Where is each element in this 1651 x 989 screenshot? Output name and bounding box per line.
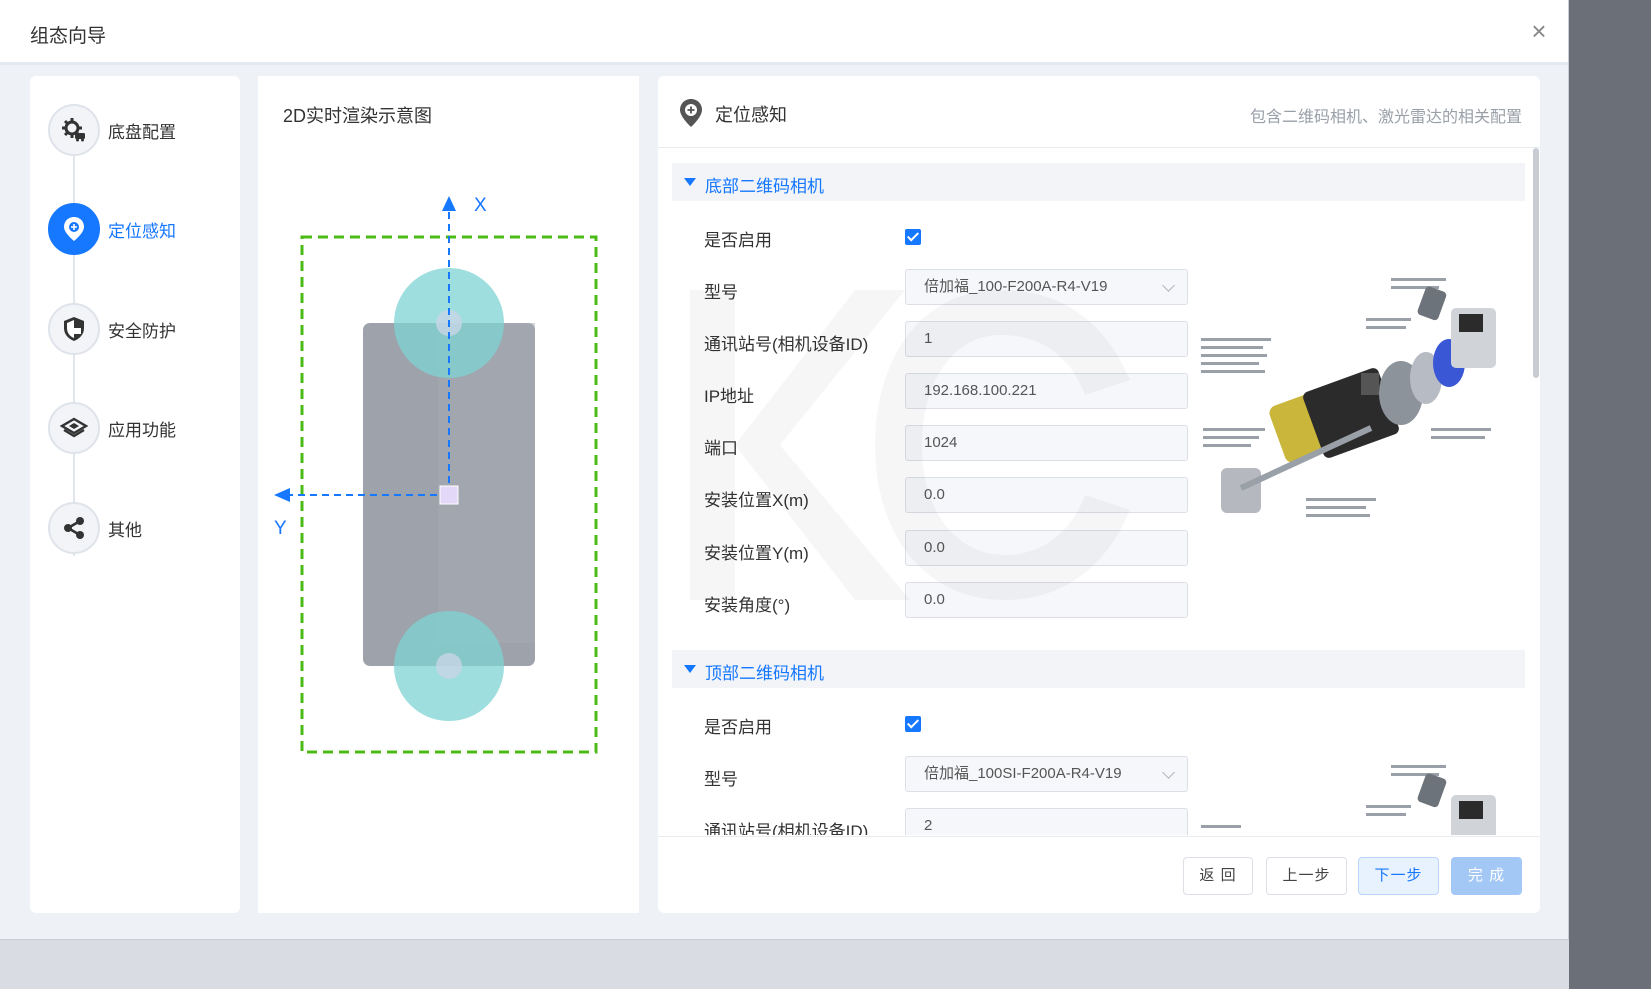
layers-icon	[48, 402, 100, 454]
enabled-label: 是否启用	[704, 718, 772, 737]
dialog-title: 组态向导	[30, 26, 107, 47]
finish-button[interactable]: 完 成	[1451, 857, 1522, 895]
chevron-down-icon	[1162, 279, 1175, 292]
collapse-caret-icon	[684, 178, 696, 186]
share-icon	[48, 502, 100, 554]
field-label: 型号	[704, 770, 738, 789]
page-background-strip	[0, 940, 1569, 989]
step-label: 定位感知	[108, 222, 176, 241]
shield-icon	[48, 303, 100, 355]
section-title: 底部二维码相机	[705, 177, 824, 196]
camera-device-image	[1201, 765, 1496, 835]
step-chassis-config[interactable]: 底盘配置	[48, 104, 238, 156]
robot-2d-diagram: X Y	[274, 195, 598, 754]
field-label: 通讯站号(相机设备ID)	[704, 822, 869, 835]
close-icon[interactable]: ×	[1526, 18, 1552, 44]
back-button[interactable]: 返 回	[1183, 857, 1253, 895]
config-wizard-dialog: 组态向导 × 底盘配置 定位感知 安全防护 应用功能 其他 2D实时渲染示意图 …	[0, 0, 1569, 940]
step-label: 应用功能	[108, 421, 176, 440]
panel-description: 包含二维码相机、激光雷达的相关配置	[1249, 109, 1522, 126]
enabled-checkbox[interactable]	[905, 229, 921, 245]
step-others[interactable]: 其他	[48, 502, 238, 554]
location-icon	[680, 99, 702, 127]
panel-header: 定位感知 包含二维码相机、激光雷达的相关配置	[658, 76, 1540, 148]
panel-title: 定位感知	[715, 105, 787, 125]
model-select[interactable]: 倍加福_100SI-F200A-R4-V19	[905, 756, 1188, 792]
model-select-value: 倍加福_100SI-F200A-R4-V19	[924, 765, 1122, 782]
render-preview-panel: 2D实时渲染示意图 X Y	[258, 76, 639, 913]
step-label: 其他	[108, 521, 142, 540]
step-label: 安全防护	[108, 322, 176, 341]
step-label: 底盘配置	[108, 123, 176, 142]
watermark-logo	[660, 270, 1160, 670]
form-scrollbar[interactable]	[1533, 148, 1539, 378]
step-positioning[interactable]: 定位感知	[48, 203, 238, 255]
x-axis-label: X	[474, 195, 487, 216]
enabled-label: 是否启用	[704, 231, 772, 250]
panel-footer: 返 回 上一步 下一步 完 成	[658, 836, 1540, 913]
step-safety[interactable]: 安全防护	[48, 303, 238, 355]
next-step-button[interactable]: 下一步	[1358, 857, 1439, 895]
location-icon	[48, 203, 100, 255]
prev-step-button[interactable]: 上一步	[1266, 857, 1347, 895]
robot-origin	[439, 485, 459, 505]
chevron-down-icon	[1162, 766, 1175, 779]
dialog-titlebar: 组态向导 ×	[0, 0, 1568, 65]
camera-device-image	[1201, 278, 1496, 517]
page-background-edge	[1569, 0, 1651, 989]
section-bottom-qr-camera[interactable]: 底部二维码相机	[672, 163, 1525, 201]
wizard-steps: 底盘配置 定位感知 安全防护 应用功能 其他	[30, 76, 240, 913]
enabled-checkbox[interactable]	[905, 716, 921, 732]
step-applications[interactable]: 应用功能	[48, 402, 238, 454]
station-id-input[interactable]: 2	[905, 808, 1188, 835]
y-axis-label: Y	[274, 518, 287, 539]
gear-car-icon	[48, 104, 100, 156]
